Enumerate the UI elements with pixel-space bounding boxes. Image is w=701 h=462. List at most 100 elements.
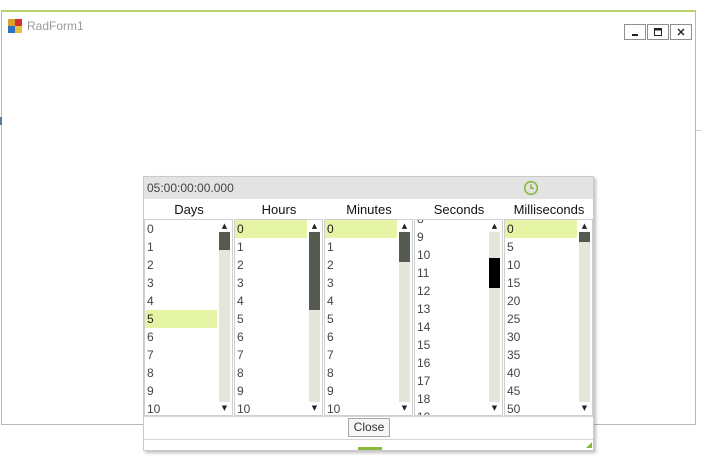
scroll-track[interactable] bbox=[309, 232, 320, 402]
resize-grip[interactable] bbox=[358, 447, 382, 450]
list-item[interactable]: 10 bbox=[145, 400, 217, 415]
list-item[interactable]: 10 bbox=[325, 400, 397, 415]
scrollbar[interactable]: ▲ ▼ bbox=[309, 222, 320, 413]
list-item[interactable]: 45 bbox=[505, 382, 577, 400]
scrollbar[interactable]: ▲ ▼ bbox=[399, 222, 410, 413]
list-item[interactable]: 14 bbox=[415, 318, 487, 336]
list-item[interactable]: 8 bbox=[415, 220, 487, 228]
list-item[interactable]: 0 bbox=[145, 220, 217, 238]
scroll-down-arrow-icon[interactable]: ▼ bbox=[219, 404, 230, 413]
list-item[interactable]: 50 bbox=[505, 400, 577, 415]
list-item[interactable]: 5 bbox=[505, 238, 577, 256]
scroll-up-arrow-icon[interactable]: ▲ bbox=[309, 222, 320, 231]
list-item[interactable]: 3 bbox=[145, 274, 217, 292]
scroll-track[interactable] bbox=[579, 232, 590, 402]
list-item[interactable]: 7 bbox=[235, 346, 307, 364]
list-item[interactable]: 0 bbox=[235, 220, 307, 238]
list-item[interactable]: 13 bbox=[415, 300, 487, 318]
list-item[interactable]: 4 bbox=[235, 292, 307, 310]
list-item[interactable]: 12 bbox=[415, 282, 487, 300]
window-title: RadForm1 bbox=[27, 19, 84, 33]
list-item[interactable]: 30 bbox=[505, 328, 577, 346]
minimize-icon bbox=[632, 34, 638, 36]
scroll-track[interactable] bbox=[489, 232, 500, 402]
scroll-up-arrow-icon[interactable]: ▲ bbox=[399, 222, 410, 231]
list-item[interactable]: 9 bbox=[325, 382, 397, 400]
list-item[interactable]: 3 bbox=[235, 274, 307, 292]
scroll-thumb[interactable] bbox=[309, 232, 320, 310]
column-minutes[interactable]: 0 1 2 3 4 5 6 7 8 9 10 ▲ ▼ bbox=[324, 219, 413, 416]
list-item[interactable]: 7 bbox=[145, 346, 217, 364]
scroll-down-arrow-icon[interactable]: ▼ bbox=[579, 404, 590, 413]
scroll-down-arrow-icon[interactable]: ▼ bbox=[489, 404, 500, 413]
list-item[interactable]: 15 bbox=[505, 274, 577, 292]
scroll-up-arrow-icon[interactable]: ▲ bbox=[489, 222, 500, 231]
list-item[interactable]: 25 bbox=[505, 310, 577, 328]
list-item[interactable]: 0 bbox=[505, 220, 577, 238]
list-item[interactable]: 0 bbox=[325, 220, 397, 238]
list-item[interactable]: 10 bbox=[505, 256, 577, 274]
scroll-thumb[interactable] bbox=[579, 232, 590, 242]
list-item[interactable]: 8 bbox=[325, 364, 397, 382]
list-item[interactable]: 4 bbox=[145, 292, 217, 310]
list-item[interactable]: 35 bbox=[505, 346, 577, 364]
scrollbar[interactable]: ▲ ▼ bbox=[489, 222, 500, 413]
column-hours[interactable]: 0 1 2 3 4 5 6 7 8 9 10 ▲ ▼ bbox=[234, 219, 323, 416]
scroll-track[interactable] bbox=[219, 232, 230, 402]
value-list: 0 5 10 15 20 25 30 35 40 45 50 bbox=[505, 220, 577, 415]
list-item[interactable]: 8 bbox=[145, 364, 217, 382]
list-item[interactable]: 5 bbox=[235, 310, 307, 328]
scrollbar[interactable]: ▲ ▼ bbox=[219, 222, 230, 413]
list-item[interactable]: 6 bbox=[145, 328, 217, 346]
clock-icon[interactable] bbox=[523, 180, 539, 196]
list-item[interactable]: 8 bbox=[235, 364, 307, 382]
minimize-button[interactable] bbox=[624, 24, 646, 40]
list-item[interactable]: 6 bbox=[325, 328, 397, 346]
list-item[interactable]: 4 bbox=[325, 292, 397, 310]
scroll-thumb[interactable] bbox=[399, 232, 410, 262]
scroll-track[interactable] bbox=[399, 232, 410, 402]
scroll-up-arrow-icon[interactable]: ▲ bbox=[579, 222, 590, 231]
list-item[interactable]: 40 bbox=[505, 364, 577, 382]
list-item[interactable]: 18 bbox=[415, 390, 487, 408]
list-item[interactable]: 2 bbox=[145, 256, 217, 274]
list-item[interactable]: 11 bbox=[415, 264, 487, 282]
timespan-value[interactable]: 05:00:00:00.000 bbox=[147, 181, 234, 195]
list-item[interactable]: 2 bbox=[235, 256, 307, 274]
list-item[interactable]: 9 bbox=[145, 382, 217, 400]
scroll-thumb[interactable] bbox=[219, 232, 230, 250]
list-item[interactable]: 10 bbox=[415, 246, 487, 264]
list-item[interactable]: 6 bbox=[235, 328, 307, 346]
scrollbar[interactable]: ▲ ▼ bbox=[579, 222, 590, 413]
scroll-down-arrow-icon[interactable]: ▼ bbox=[399, 404, 410, 413]
list-item[interactable]: 2 bbox=[325, 256, 397, 274]
list-item[interactable]: 19 bbox=[415, 408, 487, 415]
maximize-button[interactable] bbox=[647, 24, 669, 40]
list-item[interactable]: 1 bbox=[235, 238, 307, 256]
list-item[interactable]: 20 bbox=[505, 292, 577, 310]
list-item[interactable]: 9 bbox=[235, 382, 307, 400]
list-item[interactable]: 16 bbox=[415, 354, 487, 372]
list-item[interactable]: 7 bbox=[325, 346, 397, 364]
list-item[interactable]: 9 bbox=[415, 228, 487, 246]
scroll-up-arrow-icon[interactable]: ▲ bbox=[219, 222, 230, 231]
footer-divider bbox=[144, 416, 593, 417]
resize-handle-icon[interactable] bbox=[586, 442, 592, 448]
list-item[interactable]: 1 bbox=[325, 238, 397, 256]
list-item[interactable]: 5 bbox=[325, 310, 397, 328]
value-list: 0 1 2 3 4 5 6 7 8 9 10 bbox=[145, 220, 217, 415]
list-item[interactable]: 10 bbox=[235, 400, 307, 415]
column-header-seconds: Seconds bbox=[433, 202, 485, 217]
close-button[interactable]: Close bbox=[348, 418, 390, 437]
column-seconds[interactable]: 8910111213141516171819▲▼ bbox=[414, 219, 503, 416]
list-item[interactable]: 5 bbox=[145, 310, 217, 328]
column-days[interactable]: 0 1 2 3 4 5 6 7 8 9 10 ▲ ▼ bbox=[144, 219, 233, 416]
list-item[interactable]: 17 bbox=[415, 372, 487, 390]
list-item[interactable]: 3 bbox=[325, 274, 397, 292]
list-item[interactable]: 15 bbox=[415, 336, 487, 354]
scroll-thumb[interactable] bbox=[489, 258, 500, 288]
column-milliseconds[interactable]: 0 5 10 15 20 25 30 35 40 45 50 ▲ ▼ bbox=[504, 219, 593, 416]
close-window-button[interactable] bbox=[670, 24, 692, 40]
list-item[interactable]: 1 bbox=[145, 238, 217, 256]
scroll-down-arrow-icon[interactable]: ▼ bbox=[309, 404, 320, 413]
